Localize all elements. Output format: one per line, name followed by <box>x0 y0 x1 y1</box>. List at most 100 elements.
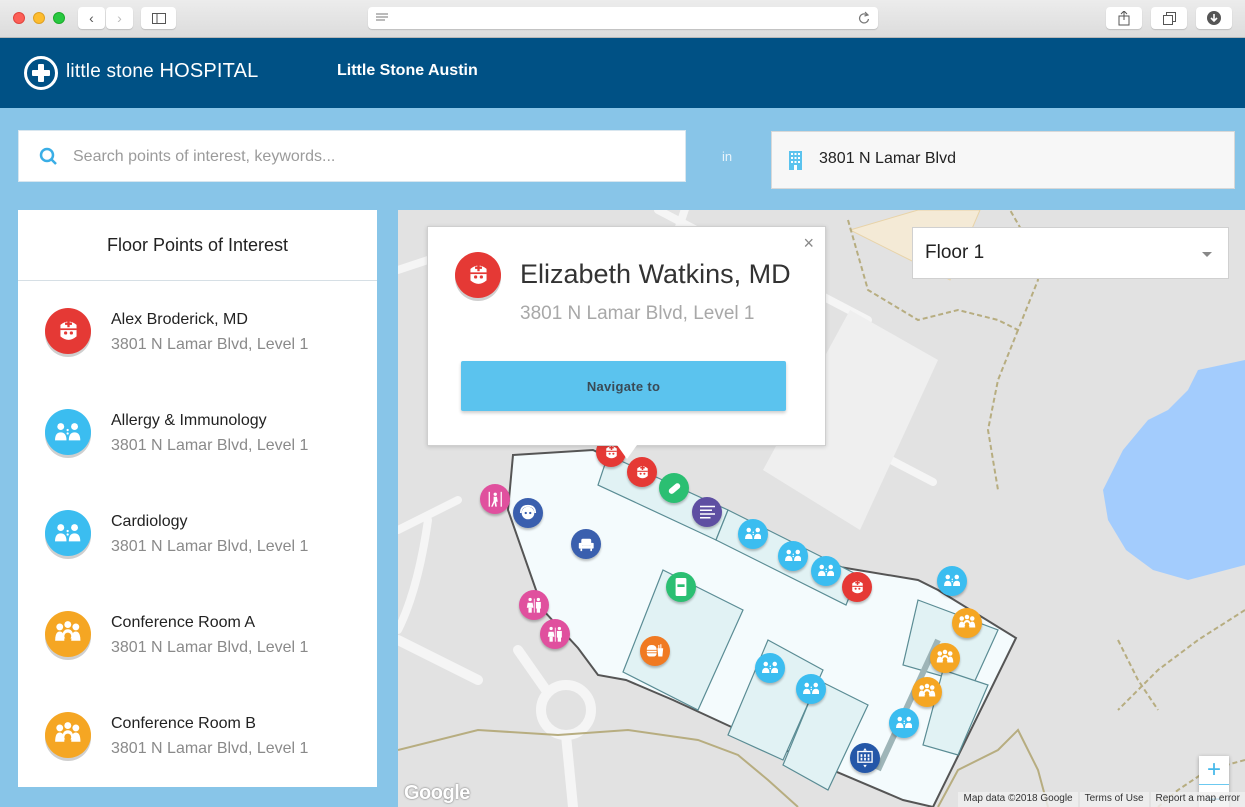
map-pin-department-icon[interactable] <box>796 674 826 704</box>
reader-lines-icon <box>376 13 388 21</box>
navigate-to-button[interactable]: Navigate to <box>461 361 786 411</box>
tabs-icon <box>1162 11 1176 25</box>
terms-of-use-link[interactable]: Terms of Use <box>1079 792 1149 807</box>
maximize-window-button[interactable] <box>53 12 65 24</box>
building-selector[interactable]: 3801 N Lamar Blvd <box>771 131 1235 189</box>
search-input[interactable] <box>73 143 653 171</box>
doctor-icon <box>45 308 91 354</box>
poi-name: Cardiology <box>111 513 188 530</box>
map-pin-stairs-icon[interactable] <box>480 484 510 514</box>
google-logo: Google <box>404 782 470 804</box>
department-icon <box>45 409 91 455</box>
share-button[interactable] <box>1106 7 1142 29</box>
map-pin-department-icon[interactable] <box>778 541 808 571</box>
sidebar-button[interactable] <box>141 7 176 29</box>
search-box[interactable] <box>18 130 686 182</box>
poi-list-item[interactable]: Alex Broderick, MD 3801 N Lamar Blvd, Le… <box>18 281 377 382</box>
minimize-window-button[interactable] <box>33 12 45 24</box>
map-pin-restroom-icon[interactable] <box>540 619 570 649</box>
in-label: in <box>722 149 733 164</box>
map-pin-department-icon[interactable] <box>889 708 919 738</box>
top-bar: little stone HOSPITAL Little Stone Austi… <box>0 38 1245 108</box>
close-popup-button[interactable]: × <box>803 233 814 254</box>
close-window-button[interactable] <box>13 12 25 24</box>
map-pin-conference-icon[interactable] <box>952 608 982 638</box>
map-data-text: Map data ©2018 Google <box>958 792 1078 807</box>
map-attribution: Map data ©2018 Google Terms of Use Repor… <box>956 792 1245 807</box>
search-icon <box>39 147 57 165</box>
conference-icon <box>45 611 91 657</box>
map-pin-department-icon[interactable] <box>738 519 768 549</box>
chevron-right-icon: › <box>117 10 122 26</box>
building-address: 3801 N Lamar Blvd <box>819 150 956 167</box>
download-icon <box>1207 11 1221 25</box>
map-pin-doctor-icon[interactable] <box>842 572 872 602</box>
tabs-button[interactable] <box>1151 7 1187 29</box>
map-pin-doctor-icon[interactable] <box>627 457 657 487</box>
popup-name: Elizabeth Watkins, MD <box>520 259 791 289</box>
map-pin-food-icon[interactable] <box>640 636 670 666</box>
map-pin-elevator-icon[interactable] <box>850 743 880 773</box>
map[interactable]: × Elizabeth Watkins, MD 3801 N Lamar Blv… <box>398 210 1245 807</box>
poi-name: Conference Room A <box>111 614 256 631</box>
map-pin-department-icon[interactable] <box>811 556 841 586</box>
chevron-down-icon <box>1202 252 1212 257</box>
poi-icon-wrap <box>45 510 91 556</box>
site-name[interactable]: Little Stone Austin <box>337 62 478 80</box>
map-pin-help-desk-icon[interactable] <box>513 498 543 528</box>
map-pin-vending-icon[interactable] <box>666 572 696 602</box>
logo-light: little stone <box>66 61 160 82</box>
poi-name: Allergy & Immunology <box>111 412 267 429</box>
back-button[interactable]: ‹ <box>78 7 105 29</box>
poi-address: 3801 N Lamar Blvd, Level 1 <box>111 538 309 555</box>
conference-icon <box>45 712 91 758</box>
poi-icon-wrap <box>45 409 91 455</box>
poi-list-item[interactable]: Conference Room A 3801 N Lamar Blvd, Lev… <box>18 584 377 685</box>
floor-selector-value: Floor 1 <box>925 242 985 263</box>
hospital-cross-logo-icon <box>24 56 58 90</box>
panel-title: Floor Points of Interest <box>18 210 377 281</box>
browser-chrome: ‹ › <box>0 0 1245 38</box>
map-pin-conference-icon[interactable] <box>912 677 942 707</box>
poi-panel: Floor Points of Interest Alex Broderick,… <box>18 210 377 787</box>
poi-icon-wrap <box>45 712 91 758</box>
popup-address: 3801 N Lamar Blvd, Level 1 <box>520 303 755 324</box>
zoom-in-button[interactable]: + <box>1199 756 1229 785</box>
map-pin-info-desk-icon[interactable] <box>692 497 722 527</box>
poi-address: 3801 N Lamar Blvd, Level 1 <box>111 336 309 353</box>
logo-text[interactable]: little stone HOSPITAL <box>66 60 258 83</box>
poi-icon-wrap <box>45 611 91 657</box>
sidebar-icon <box>151 12 166 24</box>
poi-address: 3801 N Lamar Blvd, Level 1 <box>111 639 309 656</box>
report-map-error-link[interactable]: Report a map error <box>1150 792 1245 807</box>
floor-selector[interactable]: Floor 1 <box>912 227 1229 279</box>
app: little stone HOSPITAL Little Stone Austi… <box>0 38 1245 807</box>
chevron-left-icon: ‹ <box>89 10 94 26</box>
map-pin-waiting-room-icon[interactable] <box>571 529 601 559</box>
poi-list-item[interactable]: Allergy & Immunology 3801 N Lamar Blvd, … <box>18 382 377 483</box>
downloads-button[interactable] <box>1196 7 1232 29</box>
poi-name: Alex Broderick, MD <box>111 311 248 328</box>
map-lake <box>1103 360 1245 580</box>
map-pin-restroom-icon[interactable] <box>519 590 549 620</box>
forward-button[interactable]: › <box>106 7 133 29</box>
reload-icon[interactable] <box>858 11 870 25</box>
poi-list: Alex Broderick, MD 3801 N Lamar Blvd, Le… <box>18 281 377 786</box>
address-bar[interactable] <box>368 7 878 29</box>
map-pin-department-icon[interactable] <box>755 653 785 683</box>
poi-address: 3801 N Lamar Blvd, Level 1 <box>111 740 309 757</box>
poi-list-item[interactable]: Cardiology 3801 N Lamar Blvd, Level 1 <box>18 483 377 584</box>
poi-popup: × Elizabeth Watkins, MD 3801 N Lamar Blv… <box>427 226 826 459</box>
map-pin-department-icon[interactable] <box>937 566 967 596</box>
building-icon <box>789 151 802 170</box>
popup-arrow <box>617 445 637 459</box>
poi-icon-wrap <box>45 308 91 354</box>
poi-list-item[interactable]: Conference Room B 3801 N Lamar Blvd, Lev… <box>18 685 377 786</box>
popup-icon <box>455 252 501 298</box>
logo-bold: HOSPITAL <box>159 60 259 82</box>
department-icon <box>45 510 91 556</box>
doctor-icon <box>455 252 501 298</box>
map-pin-conference-icon[interactable] <box>930 643 960 673</box>
map-pin-pharmacy-icon[interactable] <box>659 473 689 503</box>
poi-address: 3801 N Lamar Blvd, Level 1 <box>111 437 309 454</box>
